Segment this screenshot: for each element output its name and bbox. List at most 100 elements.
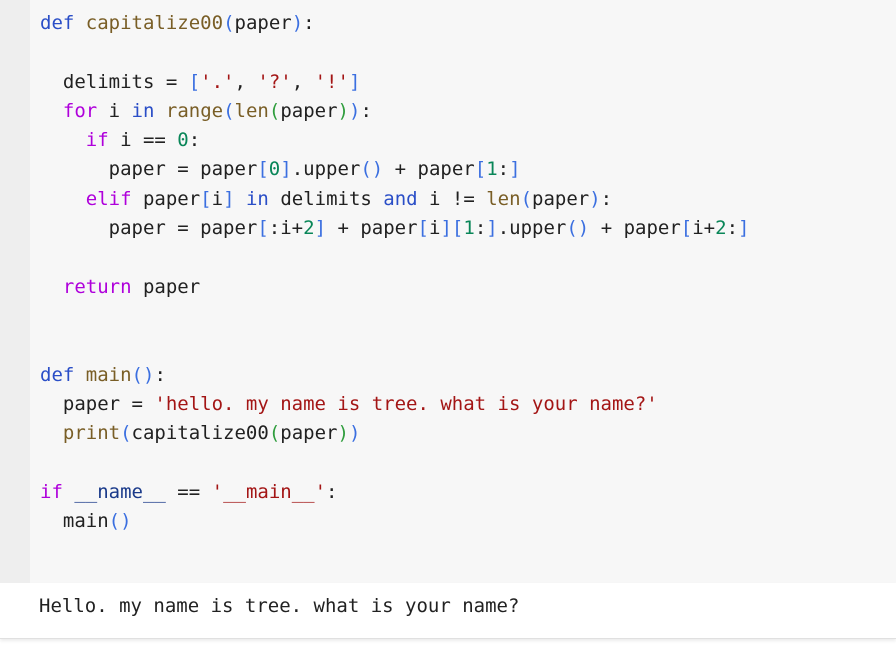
code-token: in bbox=[245, 187, 269, 210]
code-token: ) bbox=[589, 187, 601, 210]
code-token: 2 bbox=[303, 217, 315, 240]
code-token: delimits = bbox=[40, 70, 189, 93]
code-token: 1 bbox=[463, 217, 475, 240]
code-line: paper = 'hello. my name is tree. what is… bbox=[40, 390, 749, 419]
code-token: () bbox=[131, 363, 155, 386]
code-token: ( bbox=[268, 422, 281, 445]
code-token: paper bbox=[280, 99, 338, 122]
code-token: len bbox=[234, 99, 269, 122]
cell-gutter[interactable] bbox=[0, 0, 30, 583]
code-token: '?' bbox=[257, 70, 292, 93]
code-line: paper = paper[:i+2] + paper[i][1:].upper… bbox=[40, 214, 750, 243]
code-token: if bbox=[40, 480, 63, 503]
code-token: '__main__' bbox=[211, 480, 327, 503]
code-token: .upper bbox=[291, 158, 361, 181]
code-line: for i in range(len(paper)): bbox=[40, 97, 749, 126]
code-token: : bbox=[600, 187, 613, 210]
code-token: '.' bbox=[200, 70, 235, 93]
code-token: , bbox=[291, 70, 315, 93]
code-token: 0 bbox=[268, 158, 281, 181]
code-line: paper = paper[0].upper() + paper[1:] bbox=[40, 155, 749, 184]
code-token: for bbox=[62, 99, 98, 122]
code-line: def capitalize00(paper): bbox=[40, 9, 749, 38]
code-token: ) bbox=[348, 422, 361, 445]
code-token: ] bbox=[314, 217, 327, 240]
code-token: 1 bbox=[486, 158, 498, 181]
code-token: () bbox=[566, 217, 590, 240]
code-token: ( bbox=[520, 187, 533, 210]
code-token: capitalize00 bbox=[85, 12, 224, 34]
code-line: if i == 0: bbox=[40, 126, 749, 155]
code-token: 0 bbox=[177, 129, 189, 152]
code-token: : bbox=[154, 363, 166, 386]
code-token: def bbox=[40, 12, 75, 34]
code-token: i bbox=[429, 217, 441, 240]
code-token: ) bbox=[291, 12, 304, 34]
code-token: paper bbox=[532, 187, 590, 210]
code-token: ) bbox=[348, 99, 361, 122]
code-token: [ bbox=[474, 158, 487, 181]
code-line: elif paper[i] in delimits and i != len(p… bbox=[40, 185, 749, 214]
code-cell[interactable]: def capitalize00(paper): delimits = ['.'… bbox=[0, 0, 896, 583]
code-token: + paper bbox=[326, 217, 418, 240]
code-token: : bbox=[188, 129, 201, 152]
code-token: [ bbox=[680, 217, 693, 240]
code-token: ] bbox=[509, 158, 521, 181]
output-text: Hello. my name is tree. what is your nam… bbox=[39, 595, 520, 617]
code-token: paper bbox=[131, 187, 201, 210]
code-token: i bbox=[97, 99, 132, 122]
code-token: 2 bbox=[715, 217, 727, 240]
code-token: i+ bbox=[692, 217, 716, 240]
code-token: main bbox=[40, 510, 109, 533]
code-token: : bbox=[726, 217, 739, 240]
code-token: ] bbox=[280, 158, 292, 181]
code-token: main bbox=[85, 363, 132, 386]
code-token: print bbox=[62, 422, 121, 445]
code-token: paper bbox=[131, 275, 201, 298]
code-token: paper = paper bbox=[40, 217, 258, 240]
code-token: ) bbox=[337, 99, 349, 122]
code-token: :i+ bbox=[268, 217, 304, 240]
code-token: [ bbox=[188, 70, 201, 93]
code-token: ] bbox=[486, 217, 498, 240]
code-token: [ bbox=[417, 217, 429, 240]
code-token: range bbox=[165, 99, 224, 122]
code-token: ( bbox=[223, 99, 235, 122]
code-token: [ bbox=[200, 187, 212, 210]
code-token: paper = paper bbox=[40, 158, 258, 181]
code-token: , bbox=[234, 70, 258, 93]
code-token: : bbox=[497, 158, 510, 181]
code-token: i != bbox=[417, 187, 487, 210]
code-token: ( bbox=[268, 99, 281, 122]
code-token: [ bbox=[257, 217, 269, 240]
code-line: if __name__ == '__main__': bbox=[40, 478, 749, 507]
code-token: [ bbox=[257, 158, 269, 181]
code-token: len bbox=[486, 187, 521, 210]
code-token: () bbox=[108, 510, 132, 533]
code-token: '!' bbox=[314, 70, 349, 93]
code-token: ( bbox=[223, 12, 235, 34]
code-token: __name__ bbox=[74, 480, 166, 503]
code-token: 'hello. my name is tree. what is your na… bbox=[154, 392, 658, 415]
code-token: .upper bbox=[497, 217, 567, 240]
code-line: return paper bbox=[40, 273, 749, 302]
code-token: i == bbox=[108, 129, 178, 152]
code-editor[interactable]: def capitalize00(paper): delimits = ['.'… bbox=[40, 9, 749, 536]
code-token: return bbox=[62, 275, 132, 298]
code-line: def main(): bbox=[40, 361, 749, 390]
output-cell: Hello. my name is tree. what is your nam… bbox=[0, 583, 896, 639]
code-token: [ bbox=[451, 217, 464, 240]
code-line: print(capitalize00(paper)) bbox=[40, 419, 749, 448]
code-token: paper = bbox=[40, 392, 155, 415]
code-token: + paper bbox=[383, 158, 475, 181]
